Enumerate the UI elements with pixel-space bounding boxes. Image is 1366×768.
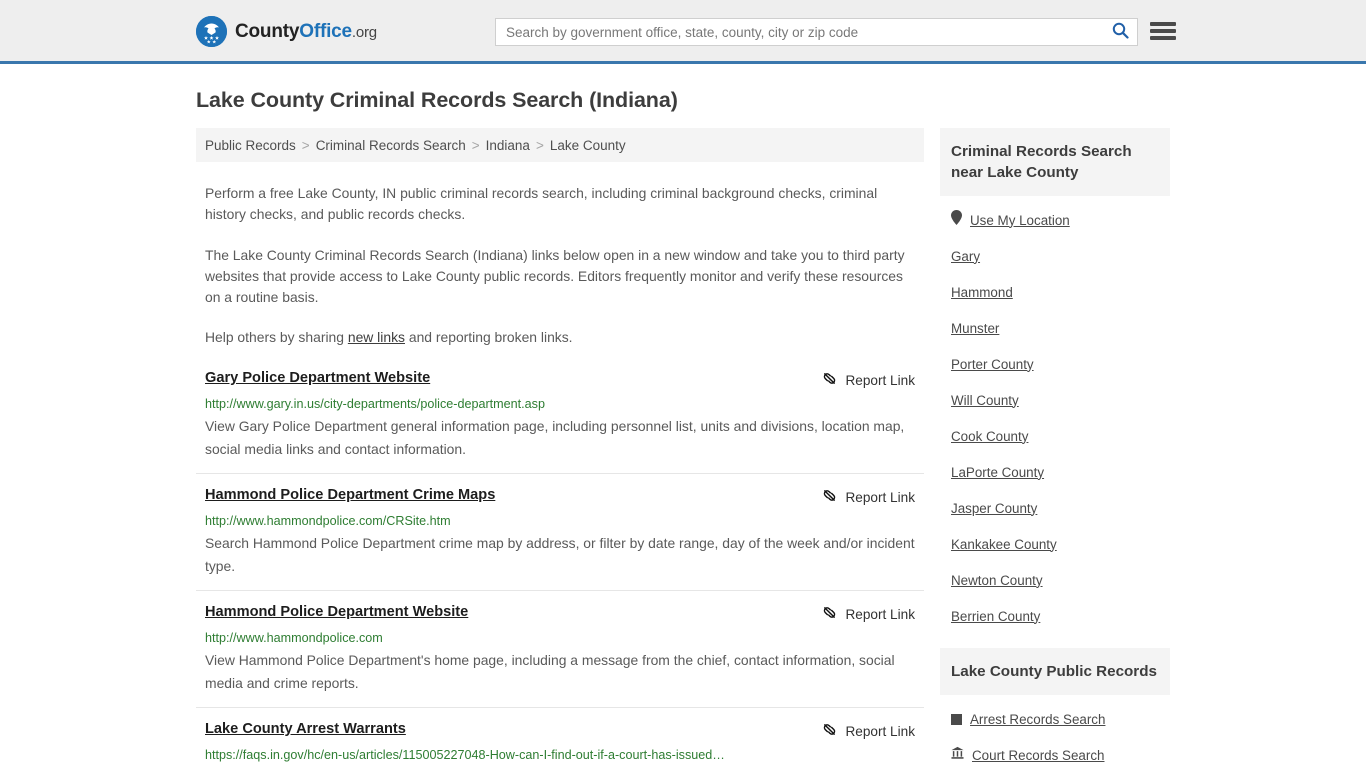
- logo-text-office: Office: [299, 20, 352, 42]
- sidebar-public-records-list: Arrest Records Search Court Records Sear…: [940, 695, 1170, 768]
- report-link-label: Report Link: [845, 606, 915, 622]
- sidebar-item-gary[interactable]: Gary: [940, 238, 1170, 274]
- sidebar-public-records-title: Lake County Public Records: [940, 648, 1170, 695]
- breadcrumb-item-indiana[interactable]: Indiana: [486, 138, 530, 153]
- sidebar-near-section-title: Criminal Records Search near Lake County: [940, 128, 1170, 196]
- results-list: Gary Police Department Website Report Li…: [196, 369, 924, 768]
- report-link-button[interactable]: Report Link: [821, 369, 915, 390]
- site-header: CountyOffice.org: [0, 0, 1366, 64]
- result-description: Search Hammond Police Department crime m…: [205, 535, 915, 574]
- new-links-link[interactable]: new links: [348, 329, 405, 345]
- intro-paragraph-3: Help others by sharing new links and rep…: [196, 327, 924, 348]
- sidebar-link-label[interactable]: Berrien County: [951, 609, 1040, 624]
- result-url: http://www.gary.in.us/city-departments/p…: [205, 397, 545, 411]
- search-input[interactable]: [496, 19, 1103, 45]
- result-item: Hammond Police Department Crime Maps Rep…: [196, 486, 924, 591]
- result-description: View Gary Police Department general info…: [205, 418, 905, 457]
- sidebar-link-label[interactable]: LaPorte County: [951, 465, 1044, 480]
- broken-link-icon: [821, 604, 838, 624]
- broken-link-icon: [821, 721, 838, 741]
- sidebar-item-laporte-county[interactable]: LaPorte County: [940, 454, 1170, 490]
- main-content: Public Records > Criminal Records Search…: [196, 128, 924, 768]
- result-title-link[interactable]: Hammond Police Department Website: [205, 603, 468, 622]
- eagle-badge-icon: [196, 16, 227, 47]
- sidebar-item-will-county[interactable]: Will County: [940, 382, 1170, 418]
- breadcrumb-item-lake-county[interactable]: Lake County: [550, 138, 626, 153]
- sidebar-link-label[interactable]: Jasper County: [951, 501, 1037, 516]
- intro-p3-before: Help others by sharing: [205, 329, 348, 345]
- sidebar-item-berrien-county[interactable]: Berrien County: [940, 598, 1170, 634]
- report-link-button[interactable]: Report Link: [821, 603, 915, 624]
- breadcrumb-item-public-records[interactable]: Public Records: [205, 138, 296, 153]
- sidebar-link-label[interactable]: Cook County: [951, 429, 1028, 444]
- breadcrumb-separator: >: [301, 137, 310, 153]
- sidebar-link-label[interactable]: Arrest Records Search: [970, 712, 1105, 727]
- report-link-button[interactable]: Report Link: [821, 486, 915, 507]
- square-icon: [951, 713, 962, 725]
- sidebar-item-court-records-search[interactable]: Court Records Search: [940, 737, 1170, 768]
- sidebar-link-label[interactable]: Will County: [951, 393, 1019, 408]
- sidebar-link-label[interactable]: Hammond: [951, 285, 1013, 300]
- result-url: http://www.hammondpolice.com/CRSite.htm: [205, 514, 451, 528]
- sidebar-item-hammond[interactable]: Hammond: [940, 274, 1170, 310]
- sidebar-link-label[interactable]: Use My Location: [970, 213, 1070, 228]
- sidebar-item-jasper-county[interactable]: Jasper County: [940, 490, 1170, 526]
- report-link-button[interactable]: Report Link: [821, 720, 915, 741]
- report-link-label: Report Link: [845, 489, 915, 505]
- result-item: Gary Police Department Website Report Li…: [196, 369, 924, 474]
- result-item: Hammond Police Department Website Report…: [196, 603, 924, 708]
- report-link-label: Report Link: [845, 723, 915, 739]
- logo-text-tld: .org: [351, 23, 377, 41]
- breadcrumb-item-criminal-records-search[interactable]: Criminal Records Search: [316, 138, 466, 153]
- search-button[interactable]: [1103, 19, 1137, 45]
- sidebar-item-cook-county[interactable]: Cook County: [940, 418, 1170, 454]
- result-description: View Hammond Police Department's home pa…: [205, 652, 895, 691]
- search-bar[interactable]: [495, 18, 1138, 46]
- report-link-label: Report Link: [845, 372, 915, 388]
- logo-text-county: County: [235, 20, 300, 42]
- sidebar-item-use-my-location[interactable]: Use My Location: [940, 196, 1170, 238]
- logo-wordmark: CountyOffice.org: [235, 21, 377, 43]
- sidebar: Criminal Records Search near Lake County…: [940, 128, 1170, 768]
- sidebar-link-label[interactable]: Kankakee County: [951, 537, 1057, 552]
- broken-link-icon: [821, 487, 838, 507]
- search-icon: [1112, 22, 1129, 42]
- result-title-link[interactable]: Lake County Arrest Warrants: [205, 720, 406, 739]
- sidebar-link-label[interactable]: Court Records Search: [972, 748, 1104, 763]
- result-item: Lake County Arrest Warrants Report Link …: [196, 720, 924, 768]
- map-pin-icon: [951, 210, 962, 230]
- courthouse-icon: [951, 746, 964, 764]
- sidebar-item-kankakee-county[interactable]: Kankakee County: [940, 526, 1170, 562]
- intro-p3-after: and reporting broken links.: [404, 329, 573, 345]
- result-url: http://www.hammondpolice.com: [205, 631, 383, 645]
- sidebar-link-label[interactable]: Newton County: [951, 573, 1043, 588]
- sidebar-link-label[interactable]: Munster: [951, 321, 999, 336]
- intro-text: Perform a free Lake County, IN public cr…: [196, 183, 924, 348]
- sidebar-item-arrest-records-search[interactable]: Arrest Records Search: [940, 695, 1170, 737]
- sidebar-item-newton-county[interactable]: Newton County: [940, 562, 1170, 598]
- breadcrumb: Public Records > Criminal Records Search…: [196, 128, 924, 162]
- sidebar-item-munster[interactable]: Munster: [940, 310, 1170, 346]
- site-logo[interactable]: CountyOffice.org: [196, 16, 377, 47]
- intro-paragraph-2: The Lake County Criminal Records Search …: [205, 247, 905, 305]
- result-title-link[interactable]: Gary Police Department Website: [205, 369, 430, 388]
- result-url: https://faqs.in.gov/hc/en-us/articles/11…: [205, 748, 725, 762]
- sidebar-link-label[interactable]: Porter County: [951, 357, 1034, 372]
- sidebar-link-label[interactable]: Gary: [951, 249, 980, 264]
- breadcrumb-separator: >: [535, 137, 544, 153]
- sidebar-item-porter-county[interactable]: Porter County: [940, 346, 1170, 382]
- breadcrumb-separator: >: [471, 137, 480, 153]
- result-title-link[interactable]: Hammond Police Department Crime Maps: [205, 486, 495, 505]
- broken-link-icon: [821, 370, 838, 390]
- intro-paragraph-1: Perform a free Lake County, IN public cr…: [205, 185, 878, 222]
- sidebar-near-list: Use My Location Gary Hammond Munster Por…: [940, 196, 1170, 634]
- hamburger-menu-icon[interactable]: [1150, 20, 1176, 42]
- page-title: Lake County Criminal Records Search (Ind…: [196, 88, 678, 112]
